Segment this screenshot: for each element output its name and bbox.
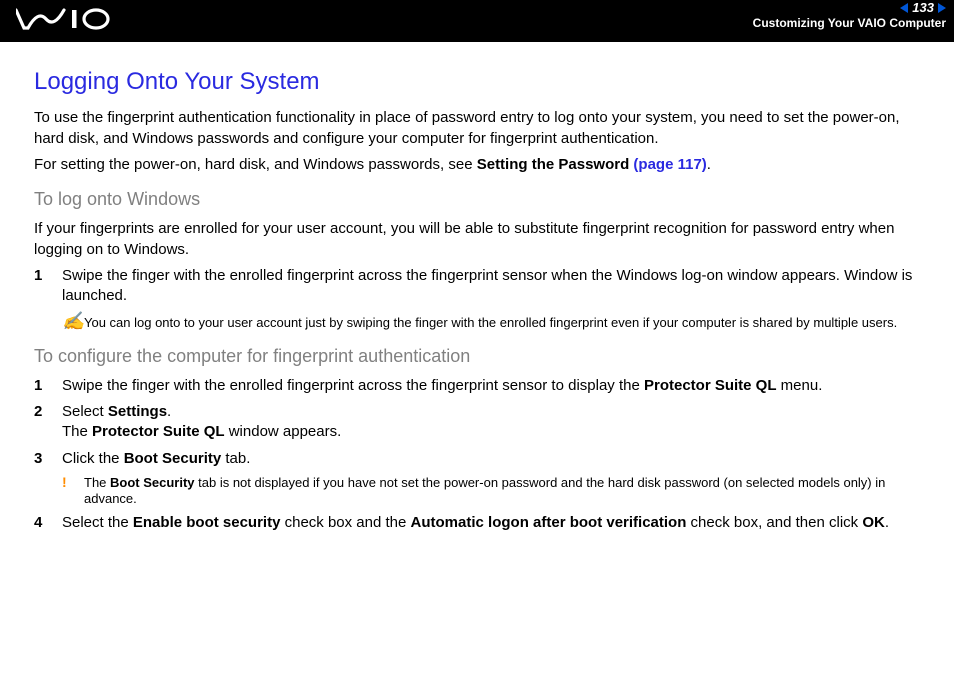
step-number: 2	[34, 402, 62, 443]
note-block: ✍ You can log onto to your user account …	[62, 312, 926, 331]
warning-block: ! The Boot Security tab is not displayed…	[62, 475, 926, 508]
list-item: 2 Select Settings. The Protector Suite Q…	[34, 402, 926, 443]
header-bar: 133 Customizing Your VAIO Computer	[0, 0, 954, 42]
page-title: Logging Onto Your System	[34, 66, 926, 98]
page-link[interactable]: (page 117)	[629, 156, 707, 173]
list-item: 1 Swipe the finger with the enrolled fin…	[34, 376, 926, 396]
step-number: 1	[34, 376, 62, 396]
vaio-logo	[16, 8, 112, 35]
intro-paragraph-2: For setting the power-on, hard disk, and…	[34, 155, 926, 175]
step-number: 1	[34, 266, 62, 307]
page-content: Logging Onto Your System To use the fing…	[0, 42, 954, 560]
prev-page-arrow-icon[interactable]	[900, 3, 908, 13]
subheading-configure: To configure the computer for fingerprin…	[34, 344, 926, 368]
step-text: Select Settings. The Protector Suite QL …	[62, 402, 926, 443]
step-number: 3	[34, 449, 62, 469]
next-page-arrow-icon[interactable]	[938, 3, 946, 13]
list-item: 1 Swipe the finger with the enrolled fin…	[34, 266, 926, 307]
sectionA-para: If your fingerprints are enrolled for yo…	[34, 219, 926, 260]
step-text: Click the Boot Security tab.	[62, 449, 926, 469]
step-text: Select the Enable boot security check bo…	[62, 513, 926, 533]
page-indicator: 133 Customizing Your VAIO Computer	[753, 0, 946, 30]
note-text: You can log onto to your user account ju…	[84, 312, 926, 331]
section-title: Customizing Your VAIO Computer	[753, 16, 946, 30]
warning-icon: !	[62, 475, 84, 508]
step-text: Swipe the finger with the enrolled finge…	[62, 376, 926, 396]
step-text: Swipe the finger with the enrolled finge…	[62, 266, 926, 307]
subheading-windows: To log onto Windows	[34, 187, 926, 211]
warning-text: The Boot Security tab is not displayed i…	[84, 475, 926, 508]
list-item: 3 Click the Boot Security tab.	[34, 449, 926, 469]
step-number: 4	[34, 513, 62, 533]
page-number: 133	[912, 0, 934, 15]
list-item: 4 Select the Enable boot security check …	[34, 513, 926, 533]
intro-paragraph-1: To use the fingerprint authentication fu…	[34, 108, 926, 149]
note-icon: ✍	[62, 312, 84, 331]
